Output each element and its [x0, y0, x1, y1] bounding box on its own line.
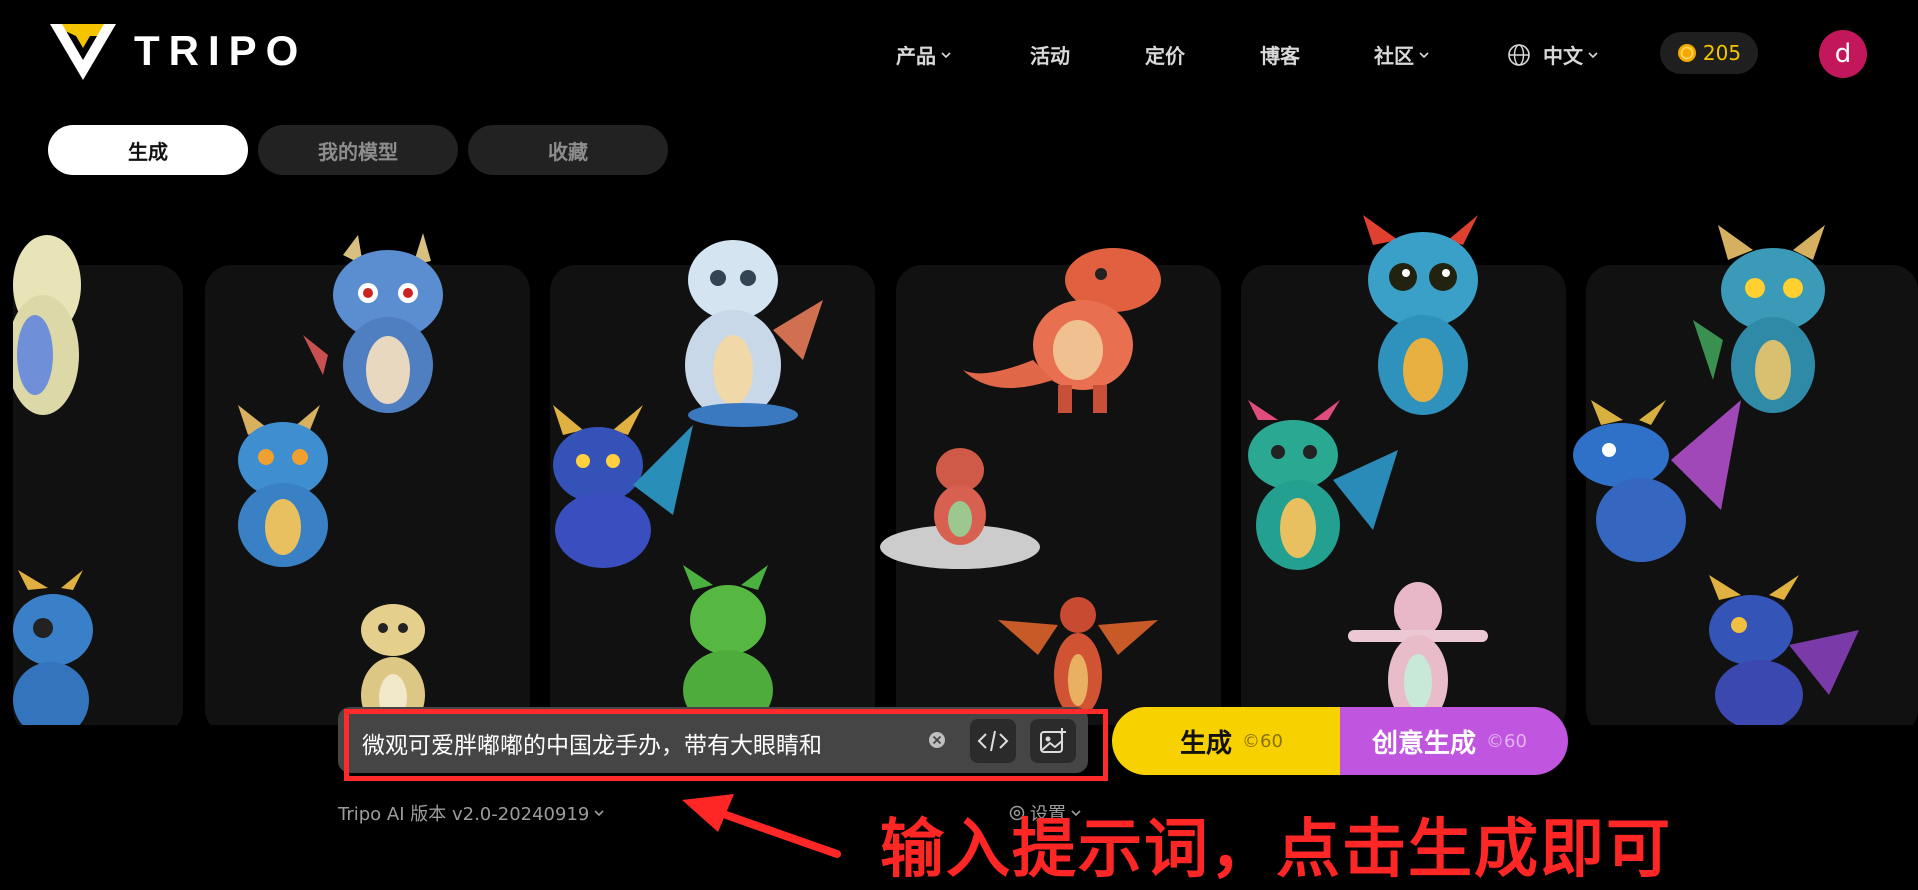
nav-community-label: 社区	[1374, 44, 1414, 68]
version-label: Tripo AI 版本 v2.0-20240919	[338, 804, 590, 825]
dragon-figure-image	[553, 405, 693, 568]
generate-button[interactable]: 生成 ©60	[1112, 707, 1362, 775]
nav-pricing[interactable]: 定价	[1145, 40, 1185, 69]
nav-products[interactable]: 产品	[896, 40, 952, 69]
nav-blog[interactable]: 博客	[1260, 40, 1300, 69]
prompt-input[interactable]: 微观可爱胖嘟嘟的中国龙手办，带有大眼睛和	[362, 726, 822, 760]
dragon-figure-image	[13, 235, 81, 415]
chevron-down-icon	[1588, 51, 1598, 58]
tab-my-models[interactable]: 我的模型	[258, 125, 458, 175]
dragon-figure-image	[880, 448, 1040, 569]
dragon-figure-image	[1693, 225, 1825, 413]
dragon-figure-image	[1709, 575, 1859, 725]
dragon-figure-image	[998, 597, 1158, 717]
dragon-figure-image	[303, 233, 443, 413]
image-add-icon	[1040, 728, 1066, 753]
annotation-arrow-icon	[682, 794, 841, 858]
clear-icon[interactable]	[928, 731, 946, 749]
tab-generate-label: 生成	[128, 139, 168, 164]
dragon-figure-image	[1348, 582, 1488, 725]
tab-favorites-label: 收藏	[548, 139, 588, 164]
tab-favorites[interactable]: 收藏	[468, 125, 668, 175]
nav-events[interactable]: 活动	[1030, 40, 1070, 69]
nav-language[interactable]: 中文	[1507, 40, 1599, 69]
dragon-figure-image	[963, 248, 1161, 413]
avatar-letter: d	[1834, 39, 1852, 69]
nav-community[interactable]: 社区	[1374, 40, 1430, 69]
model-gallery	[13, 215, 1918, 725]
generate-label: 生成	[1180, 728, 1233, 759]
tab-generate[interactable]: 生成	[48, 125, 248, 175]
dragon-figure-image	[683, 565, 773, 725]
nav-pricing-label: 定价	[1145, 44, 1185, 68]
globe-icon	[1508, 43, 1530, 66]
code-icon	[977, 730, 1009, 752]
nav-events-label: 活动	[1030, 44, 1070, 68]
nav-products-label: 产品	[896, 44, 936, 68]
dragon-figure-image	[1573, 400, 1741, 562]
chevron-down-icon	[941, 51, 951, 58]
instruction-annotation: 输入提示词，点击生成即可	[880, 813, 1672, 887]
dragon-figure-image	[13, 570, 93, 725]
top-nav: 产品 活动 定价 博客 社区 中文	[0, 32, 1918, 76]
nav-language-label: 中文	[1543, 44, 1583, 68]
dragon-figure-image	[1248, 400, 1398, 570]
dragon-figure-image	[238, 405, 328, 567]
creative-generate-cost: ©60	[1486, 730, 1527, 752]
avatar[interactable]: d	[1819, 30, 1867, 78]
nav-blog-label: 博客	[1260, 44, 1300, 68]
code-prompt-button[interactable]	[970, 719, 1016, 763]
generate-cost: ©60	[1242, 730, 1283, 752]
creative-generate-button[interactable]: 创意生成 ©60	[1340, 707, 1568, 775]
dragon-figure-image	[361, 604, 425, 725]
prompt-input-bar: 微观可爱胖嘟嘟的中国龙手办，带有大眼睛和	[338, 707, 1088, 773]
upload-image-button[interactable]	[1030, 719, 1076, 763]
credits-count: 205	[1702, 41, 1742, 65]
coin-icon	[1677, 44, 1696, 62]
credits-balance[interactable]: 205	[1660, 32, 1758, 74]
creative-generate-label: 创意生成	[1372, 728, 1477, 759]
chevron-down-icon	[1419, 51, 1429, 58]
version-selector[interactable]: Tripo AI 版本 v2.0-20240919	[338, 800, 605, 826]
tab-my-models-label: 我的模型	[318, 139, 398, 164]
chevron-down-icon	[594, 810, 604, 817]
dragon-figure-image	[1363, 215, 1478, 415]
dragon-figure-image	[685, 240, 823, 427]
